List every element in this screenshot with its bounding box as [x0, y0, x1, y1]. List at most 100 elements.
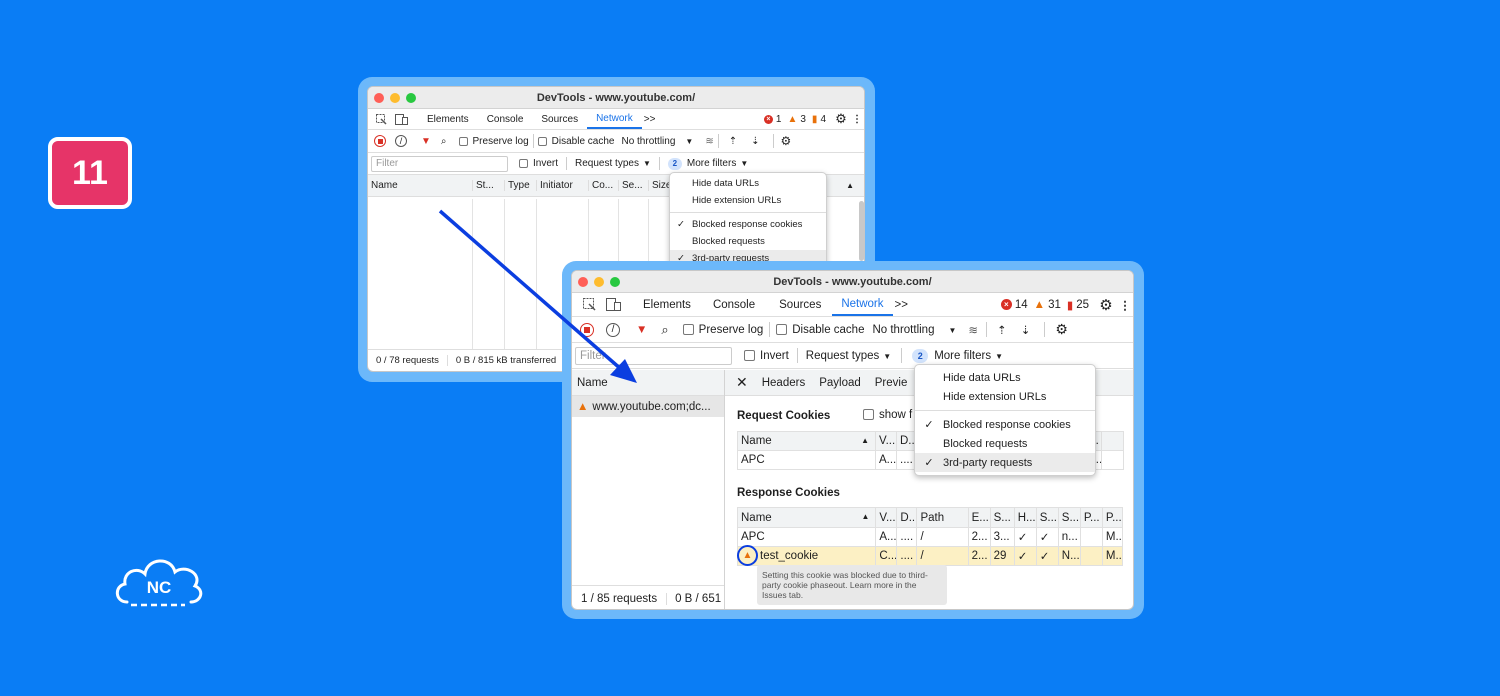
cookie-col-httponly[interactable]: H... — [1013, 507, 1037, 528]
col-status[interactable]: St... — [472, 180, 504, 191]
tab-console[interactable]: Console — [478, 109, 533, 129]
throttling-select[interactable]: No throttling ▼ — [621, 136, 693, 147]
record-stop-icon[interactable] — [580, 322, 594, 337]
search-icon[interactable]: ⌕ — [441, 136, 447, 147]
zoom-dot[interactable] — [406, 93, 416, 103]
menu-item-blocked-requests[interactable]: Blocked requests — [915, 434, 1095, 453]
tab-preview[interactable]: Previe — [875, 377, 908, 389]
cookie-col-value[interactable]: V... — [875, 431, 897, 451]
request-types-dropdown[interactable]: Request types ▼ — [575, 158, 651, 169]
tab-network[interactable]: Network — [587, 109, 642, 129]
cookie-col-expires[interactable]: E... — [967, 507, 991, 528]
col-type[interactable]: Type — [504, 180, 536, 191]
col-set-cookies[interactable]: Se... — [618, 180, 648, 191]
close-dot[interactable] — [578, 277, 588, 287]
warning-count[interactable]: ▲ 3 — [787, 114, 805, 125]
network-conditions-icon[interactable]: ≋ — [705, 136, 713, 147]
invert-checkbox[interactable] — [744, 350, 755, 361]
scrollbar[interactable] — [859, 201, 864, 261]
import-har-icon[interactable]: ⇡ — [729, 136, 737, 147]
close-detail-icon[interactable]: ✕ — [736, 374, 748, 391]
cookie-col-name[interactable]: Name ▲ — [737, 431, 876, 451]
error-count[interactable]: × 1 — [763, 114, 781, 125]
col-name[interactable]: Name — [572, 370, 724, 396]
cookie-col-partition[interactable]: P... — [1079, 507, 1103, 528]
blocked-cookie-warning-icon[interactable]: ▲ — [737, 545, 758, 566]
disable-cache-checkbox[interactable] — [537, 136, 547, 146]
menu-item-blocked-requests[interactable]: Blocked requests — [670, 233, 826, 250]
request-row[interactable]: ▲ www.youtube.com;dc... — [572, 396, 724, 417]
blocked-cookie-row[interactable]: test_cookie C... .... / 2... 29 ✓ ✓ N...… — [736, 546, 1124, 566]
settings-gear-icon[interactable]: ⚙ — [832, 111, 850, 127]
col-name[interactable]: Name — [368, 180, 472, 191]
cookie-col-secure[interactable]: S... — [1035, 507, 1059, 528]
menu-item-hide-extension-urls[interactable]: Hide extension URLs — [670, 192, 826, 209]
request-types-dropdown[interactable]: Request types ▼ — [806, 350, 891, 362]
kebab-menu-icon[interactable]: ⋮ — [1117, 298, 1133, 312]
settings-gear-icon[interactable]: ⚙ — [1095, 296, 1117, 314]
cookie-col-samesite[interactable]: S... — [1057, 507, 1081, 528]
issue-count[interactable]: ▮ 25 — [1067, 298, 1089, 312]
error-count[interactable]: × 14 — [1000, 299, 1028, 311]
record-stop-icon[interactable] — [374, 135, 386, 147]
network-settings-gear-icon[interactable]: ⚙ — [1055, 321, 1068, 338]
minimize-dot[interactable] — [390, 93, 400, 103]
more-tabs-icon[interactable]: >> — [895, 299, 908, 311]
cookie-col-size[interactable]: S... — [989, 507, 1015, 528]
device-toolbar-icon[interactable] — [390, 113, 412, 125]
filter-input[interactable]: Filter — [371, 155, 508, 172]
kebab-menu-icon[interactable]: ⋮ — [850, 114, 864, 125]
col-cookies[interactable]: Co... — [588, 180, 618, 191]
filter-funnel-icon[interactable]: ▼ — [636, 324, 647, 336]
more-filters-dropdown[interactable]: More filters ▼ — [934, 350, 1003, 362]
close-dot[interactable] — [374, 93, 384, 103]
menu-item-hide-data-urls[interactable]: Hide data URLs — [915, 368, 1095, 387]
cookie-col-name[interactable]: Name ▲ — [736, 507, 877, 528]
zoom-dot[interactable] — [610, 277, 620, 287]
tab-payload[interactable]: Payload — [819, 377, 861, 389]
minimize-dot[interactable] — [594, 277, 604, 287]
menu-item-hide-extension-urls[interactable]: Hide extension URLs — [915, 387, 1095, 406]
inspect-element-icon[interactable] — [578, 298, 600, 311]
menu-item-third-party-requests[interactable]: ✓ 3rd-party requests — [915, 453, 1095, 472]
network-conditions-icon[interactable]: ≋ — [968, 323, 978, 337]
invert-checkbox[interactable] — [519, 159, 528, 168]
search-icon[interactable]: ⌕ — [661, 322, 668, 338]
more-tabs-icon[interactable]: >> — [644, 114, 656, 125]
tab-sources[interactable]: Sources — [768, 293, 832, 316]
tab-network[interactable]: Network — [832, 293, 893, 316]
tab-headers[interactable]: Headers — [762, 377, 805, 389]
inspect-element-icon[interactable] — [372, 113, 390, 125]
throttling-select[interactable]: No throttling ▼ — [872, 324, 956, 336]
issue-count[interactable]: ▮ 4 — [812, 114, 826, 125]
cookie-col-value[interactable]: V... — [875, 507, 898, 528]
cookie-col-path[interactable]: Path — [916, 507, 969, 528]
menu-item-hide-data-urls[interactable]: Hide data URLs — [670, 175, 826, 192]
clear-icon[interactable]: / — [395, 135, 407, 147]
tab-console[interactable]: Console — [700, 293, 768, 316]
col-initiator[interactable]: Initiator — [536, 180, 588, 191]
table-row[interactable]: APC A... .... / 2... 3... ✓ ✓ n... M... — [736, 527, 1124, 547]
cookie-col-domain[interactable]: D... — [896, 507, 918, 528]
filter-funnel-icon[interactable]: ▼ — [421, 136, 431, 147]
network-settings-gear-icon[interactable]: ⚙ — [780, 134, 791, 148]
cookie-col-priority[interactable]: P... — [1101, 507, 1124, 528]
disable-cache-checkbox[interactable] — [776, 324, 788, 335]
front-transferred: 0 B / 651 — [675, 592, 722, 605]
clear-icon[interactable]: / — [606, 322, 620, 337]
device-toolbar-icon[interactable] — [600, 298, 626, 311]
tab-elements[interactable]: Elements — [634, 293, 700, 316]
tab-sources[interactable]: Sources — [532, 109, 587, 129]
export-har-icon[interactable]: ⇣ — [751, 136, 759, 147]
preserve-log-checkbox[interactable] — [682, 324, 694, 335]
more-filters-dropdown[interactable]: More filters ▼ — [687, 158, 748, 169]
import-har-icon[interactable]: ⇡ — [997, 323, 1007, 337]
preserve-log-checkbox[interactable] — [458, 136, 468, 146]
warning-count[interactable]: ▲ 31 — [1034, 299, 1061, 311]
filter-input[interactable]: Filter — [575, 346, 732, 365]
menu-item-blocked-response-cookies[interactable]: ✓ Blocked response cookies — [915, 415, 1095, 434]
show-filtered-checkbox[interactable] — [863, 409, 874, 421]
menu-item-blocked-response-cookies[interactable]: ✓ Blocked response cookies — [670, 216, 826, 233]
tab-elements[interactable]: Elements — [418, 109, 478, 129]
export-har-icon[interactable]: ⇣ — [1021, 323, 1031, 337]
